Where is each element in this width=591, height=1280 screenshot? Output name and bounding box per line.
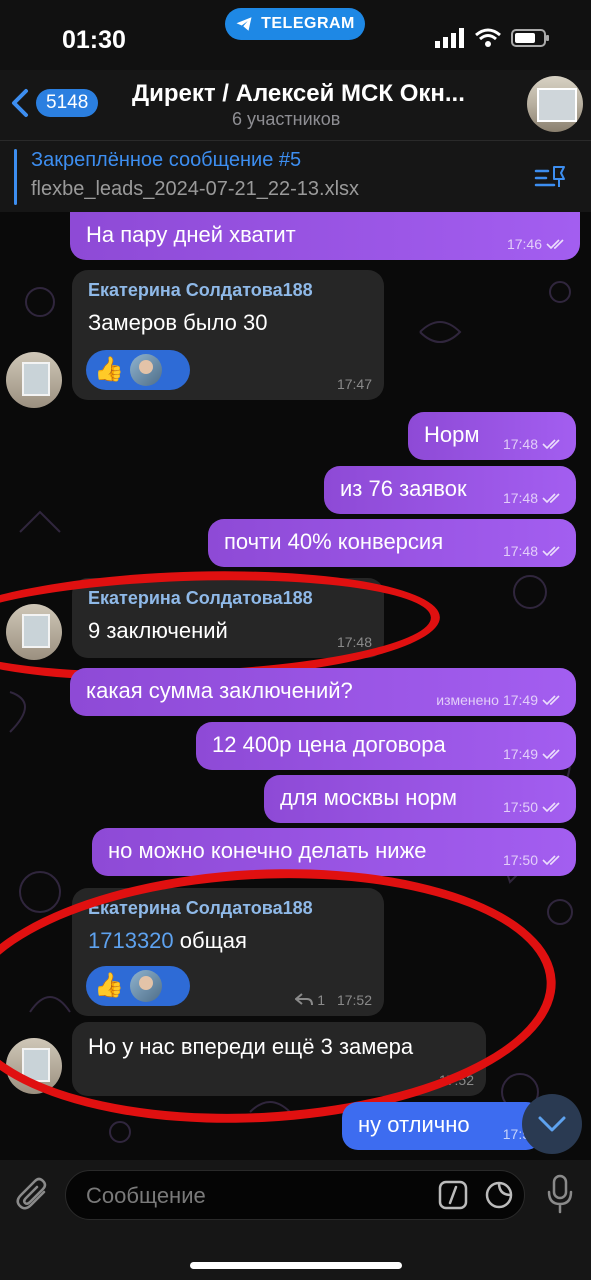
message-text: Замеров было 30 (88, 310, 268, 335)
telegram-pill-label: TELEGRAM (261, 15, 355, 32)
message-input[interactable]: Сообщение (65, 1170, 525, 1220)
message-meta: 17:49 (503, 746, 564, 762)
telegram-icon (236, 17, 252, 31)
chat-members-count: 6 участников (232, 109, 341, 129)
message-text: какая сумма заключений? (86, 678, 353, 703)
message-meta: 17:50 (503, 799, 564, 815)
message-time: 17:48 (502, 543, 538, 559)
message-text: для москвы норм (280, 785, 458, 810)
thumbs-up-icon: 👍 (94, 356, 124, 383)
double-check-icon (542, 749, 560, 760)
message-time: 17:50 (502, 799, 538, 815)
message-time: 17:50 (502, 852, 538, 868)
message-list[interactable]: На пару дней хватит 17:46 Екатерина Солд… (0, 212, 591, 1160)
message-meta: 17:48 (503, 543, 564, 559)
message-text: На пару дней хватит (86, 222, 296, 247)
status-bar: 01:30 TELEGRAM (0, 0, 591, 70)
command-icon[interactable] (438, 1180, 468, 1210)
microphone-icon[interactable] (546, 1174, 574, 1214)
clock: 01:30 (62, 26, 126, 54)
chat-header: 5148 Директ / Алексей МСК Окн... 6 участ… (0, 70, 591, 140)
pinned-indicator (14, 149, 17, 205)
message-input-placeholder: Сообщение (86, 1183, 206, 1208)
message-time: 17:48 (502, 490, 538, 506)
message-meta: изменено 17:49 (436, 692, 564, 708)
message-bubble[interactable]: какая сумма заключений? изменено 17:49 (70, 668, 576, 716)
system-icons (435, 28, 551, 48)
pinned-message-bar[interactable]: Закреплённое сообщение #5 flexbe_leads_2… (0, 140, 591, 213)
pinned-text: flexbe_leads_2024-07-21_22-13.xlsx (31, 178, 360, 200)
chevron-down-icon (538, 1116, 566, 1132)
double-check-icon (542, 802, 560, 813)
paperclip-icon[interactable] (16, 1176, 50, 1212)
double-check-icon (542, 439, 560, 450)
message-time: 17:47 (336, 376, 372, 392)
message-time: 17:46 (506, 236, 542, 252)
message-bubble[interactable]: На пару дней хватит 17:46 (70, 212, 580, 260)
unread-count-badge: 5148 (36, 89, 99, 117)
message-meta: 17:47 (337, 376, 372, 392)
message-text: 12 400р цена договора (212, 732, 446, 757)
pinned-title: Закреплённое сообщение #5 (31, 149, 302, 171)
sender-avatar[interactable] (6, 352, 62, 408)
message-text: Норм (424, 422, 480, 447)
back-button[interactable]: 5148 (10, 88, 99, 118)
pin-list-icon[interactable] (534, 163, 568, 191)
chat-title[interactable]: Директ / Алексей МСК Окн... (132, 80, 502, 108)
reaction-chip[interactable]: 👍 (86, 350, 190, 390)
message-bubble[interactable]: для москвы норм 17:50 (264, 775, 576, 823)
chat-avatar[interactable] (527, 76, 583, 132)
edited-label: изменено (436, 692, 499, 708)
double-check-icon (542, 546, 560, 557)
message-time: 17:48 (502, 436, 538, 452)
signal-icon (435, 28, 464, 48)
double-check-icon (546, 239, 564, 250)
message-bubble[interactable]: Екатерина Солдатова188 Замеров было 30 👍… (72, 270, 384, 400)
home-indicator (190, 1262, 402, 1269)
message-text: но можно конечно делать ниже (108, 838, 427, 863)
message-bubble[interactable]: почти 40% конверсия 17:48 (208, 519, 576, 567)
double-check-icon (542, 695, 560, 706)
message-text: почти 40% конверсия (224, 529, 444, 554)
wifi-icon (475, 28, 501, 47)
message-time: 17:49 (502, 746, 538, 762)
message-bubble[interactable]: 12 400р цена договора 17:49 (196, 722, 576, 770)
message-meta: 17:50 (503, 852, 564, 868)
double-check-icon (542, 493, 560, 504)
message-meta: 17:48 (503, 436, 564, 452)
sender-name[interactable]: Екатерина Солдатова188 (88, 280, 313, 301)
message-text: из 76 заявок (340, 476, 467, 501)
chevron-left-icon (12, 89, 28, 117)
sticker-icon[interactable] (484, 1180, 514, 1210)
reactor-avatar (129, 354, 162, 386)
message-bubble[interactable]: но можно конечно делать ниже 17:50 (92, 828, 576, 876)
scroll-down-button[interactable] (522, 1094, 582, 1154)
message-time: 17:49 (502, 692, 538, 708)
battery-icon (511, 29, 549, 47)
message-meta: 17:48 (503, 490, 564, 506)
telegram-pill[interactable]: TELEGRAM (225, 8, 365, 40)
message-bubble[interactable]: из 76 заявок 17:48 (324, 466, 576, 514)
double-check-icon (542, 855, 560, 866)
message-meta: 17:46 (507, 236, 568, 252)
message-bubble[interactable]: ну отлично 17:5 (342, 1102, 542, 1150)
message-text: ну отлично (358, 1112, 470, 1137)
message-bubble[interactable]: Норм 17:48 (408, 412, 576, 460)
